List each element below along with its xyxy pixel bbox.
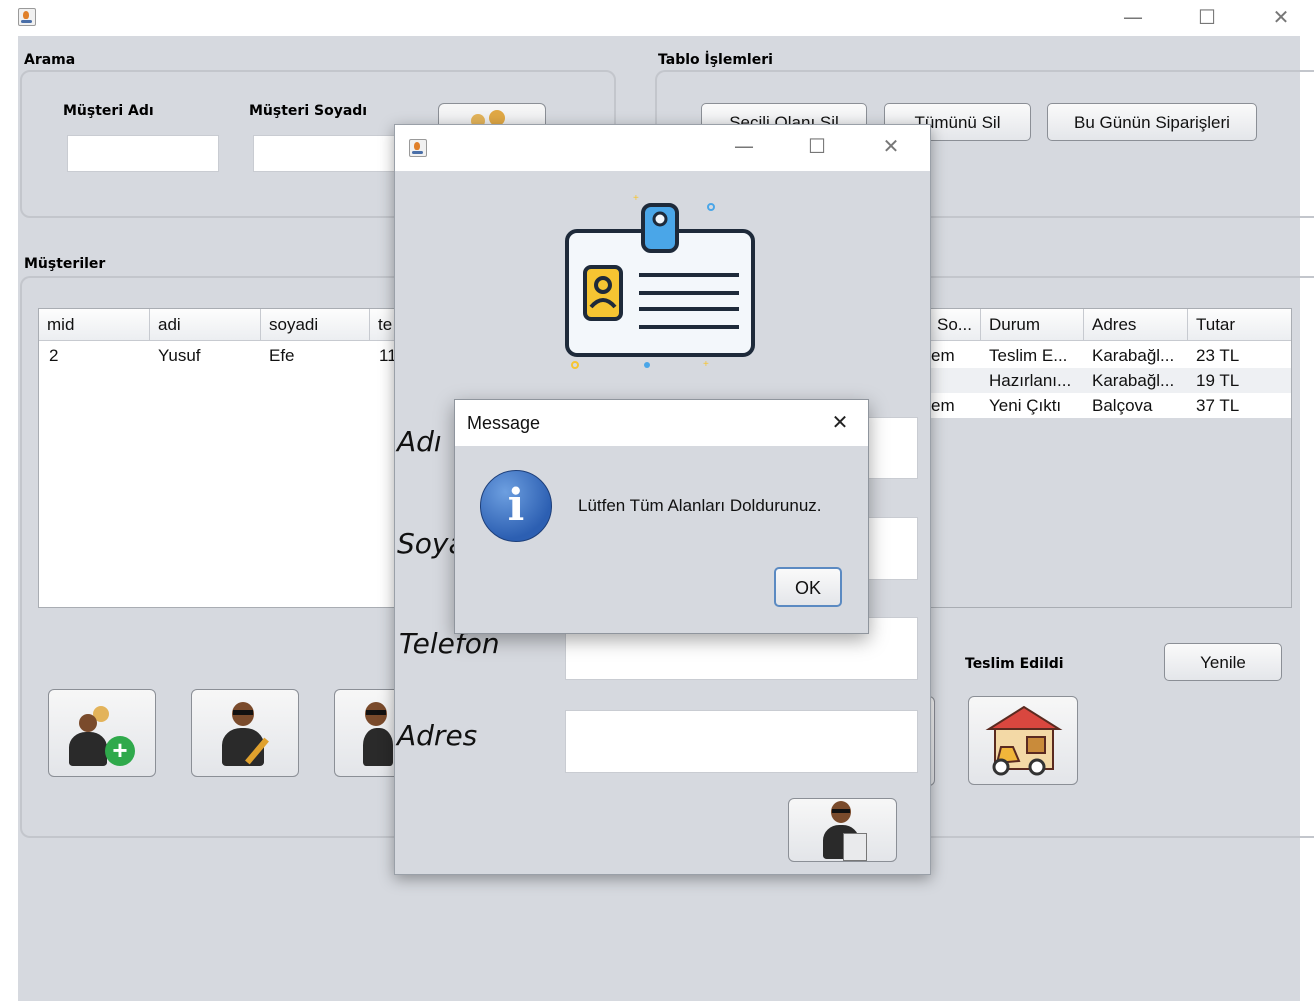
column-header-siparis[interactable]: So... xyxy=(929,309,981,341)
message-close-button[interactable]: ✕ xyxy=(825,409,855,435)
ok-button[interactable]: OK xyxy=(774,567,842,607)
save-customer-icon xyxy=(821,801,871,861)
cell-tutar: 37 TL xyxy=(1196,396,1240,415)
maximize-button[interactable]: ☐ xyxy=(1192,4,1222,30)
cell-mid: 2 xyxy=(49,346,59,365)
dialog-maximize-button[interactable]: ☐ xyxy=(802,133,832,159)
dialog-minimize-button[interactable]: — xyxy=(729,133,759,159)
minimize-button[interactable]: — xyxy=(1118,4,1148,30)
delete-customer-button[interactable] xyxy=(334,689,394,777)
address-input[interactable] xyxy=(565,710,918,773)
cell-durum: Hazırlanı... xyxy=(989,371,1072,390)
search-section-title: Arama xyxy=(24,52,76,68)
address-label: Adres xyxy=(397,719,478,752)
column-header-adres[interactable]: Adres xyxy=(1084,309,1188,341)
java-app-icon xyxy=(409,139,427,157)
column-header-durum[interactable]: Durum xyxy=(981,309,1084,341)
orders-table-empty-area xyxy=(929,418,1291,607)
cell-tutar: 23 TL xyxy=(1196,346,1240,365)
cell-soyadi: Efe xyxy=(269,346,295,365)
svg-text:+: + xyxy=(633,193,639,204)
delivery-scooter-icon xyxy=(985,705,1063,776)
save-customer-button[interactable] xyxy=(788,798,897,862)
message-dialog-titlebar: Message ✕ xyxy=(455,400,868,446)
id-card-icon: + + xyxy=(565,193,755,369)
last-name-label: Müşteri Soyadı xyxy=(249,103,368,119)
dialog-close-button[interactable]: ✕ xyxy=(876,133,906,159)
cell-adi: Yusuf xyxy=(158,346,201,365)
edit-customer-icon xyxy=(220,698,280,770)
cell-adres: Balçova xyxy=(1092,396,1153,415)
close-button[interactable]: ✕ xyxy=(1266,4,1296,30)
orders-table[interactable]: So... Durum Adres Tutar em Teslim E... K… xyxy=(928,308,1292,608)
todays-orders-button[interactable]: Bu Günün Siparişleri xyxy=(1047,103,1257,141)
last-name-search-input[interactable] xyxy=(253,135,405,172)
add-customer-button[interactable]: + xyxy=(48,689,156,777)
message-dialog-title: Message xyxy=(467,413,541,433)
edit-customer-button[interactable] xyxy=(191,689,299,777)
table-ops-section-title: Tablo İşlemleri xyxy=(658,52,773,68)
table-row[interactable]: em Teslim E... Karabağl... 23 TL xyxy=(929,343,1291,368)
svg-text:+: + xyxy=(703,359,709,369)
message-dialog: Message ✕ i Lütfen Tüm Alanları Doldurun… xyxy=(454,399,869,634)
name-label: Adı xyxy=(397,425,442,458)
customers-section-title: Müşteriler xyxy=(24,256,106,272)
refresh-button[interactable]: Yenile xyxy=(1164,643,1282,681)
column-header-tutar[interactable]: Tutar xyxy=(1188,309,1291,341)
cell-siparis: em xyxy=(931,396,955,415)
delete-customer-icon xyxy=(363,698,395,770)
first-name-search-input[interactable] xyxy=(67,135,219,172)
cell-adres: Karabağl... xyxy=(1092,346,1175,365)
add-customer-icon: + xyxy=(67,700,139,770)
table-row[interactable]: Hazırlanı... Karabağl... 19 TL xyxy=(929,368,1291,393)
delivered-label: Teslim Edildi xyxy=(965,656,1064,672)
customer-dialog-titlebar: — ☐ ✕ xyxy=(395,125,930,171)
column-header-mid[interactable]: mid xyxy=(39,309,150,341)
java-app-icon xyxy=(18,8,36,26)
cell-durum: Teslim E... xyxy=(989,346,1068,365)
first-name-label: Müşteri Adı xyxy=(63,103,154,119)
cell-adres: Karabağl... xyxy=(1092,371,1175,390)
cell-durum: Yeni Çıktı xyxy=(989,396,1062,415)
table-row[interactable]: em Yeni Çıktı Balçova 37 TL xyxy=(929,393,1291,418)
customers-table[interactable]: mid adi soyadi te 2 Yusuf Efe 11 xyxy=(38,308,400,608)
information-icon: i xyxy=(480,470,552,542)
message-text: Lütfen Tüm Alanları Doldurunuz. xyxy=(578,496,822,515)
column-header-adi[interactable]: adi xyxy=(150,309,261,341)
column-header-soyadi[interactable]: soyadi xyxy=(261,309,370,341)
cell-tutar: 19 TL xyxy=(1196,371,1240,390)
main-titlebar: — ☐ ✕ xyxy=(0,0,1314,36)
mark-delivered-button[interactable] xyxy=(968,696,1078,785)
cell-siparis: em xyxy=(931,346,955,365)
table-row[interactable]: 2 Yusuf Efe 11 xyxy=(39,343,399,368)
